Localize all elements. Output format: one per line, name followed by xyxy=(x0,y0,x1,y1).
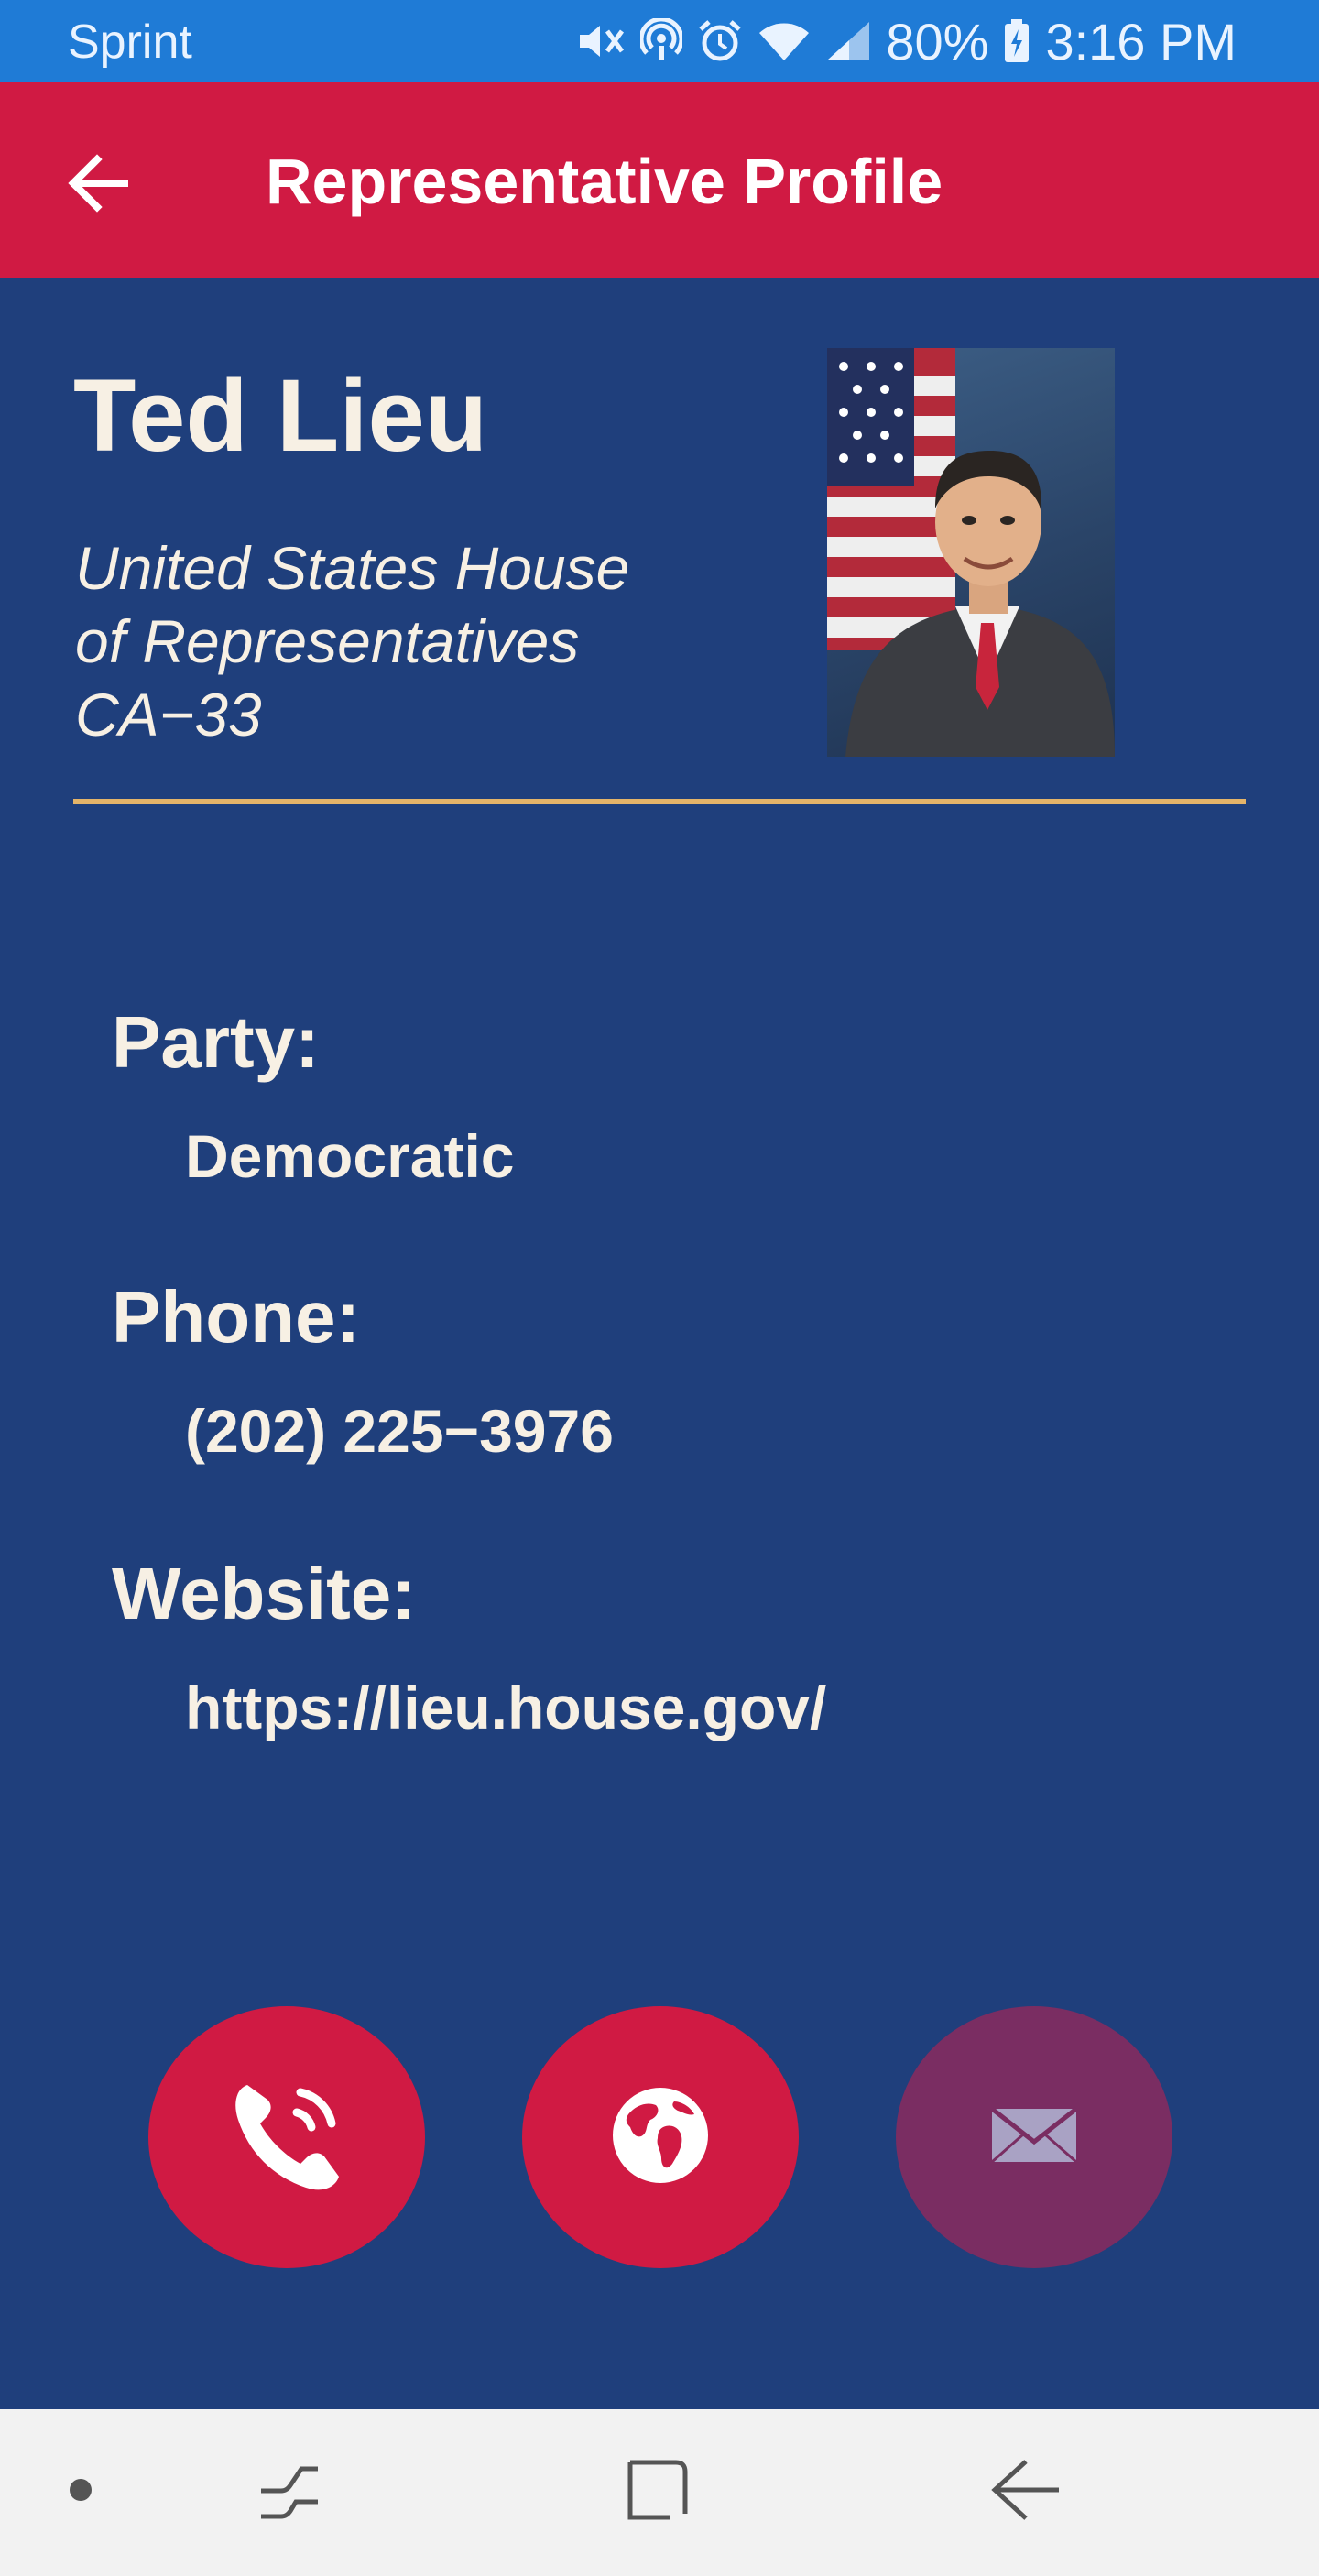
call-button[interactable] xyxy=(148,2006,425,2268)
office-line-2: of Representatives xyxy=(75,607,580,675)
dot-icon xyxy=(67,2476,94,2508)
globe-icon xyxy=(610,2085,711,2190)
battery-charging-icon xyxy=(1003,18,1030,64)
representative-photo xyxy=(827,348,1115,757)
office-line-1: United States House xyxy=(75,534,630,602)
home-icon xyxy=(625,2457,691,2527)
representative-name: Ted Lieu xyxy=(73,358,488,473)
battery-level: 80% xyxy=(886,12,989,71)
phone-value[interactable]: (202) 225−3976 xyxy=(185,1394,614,1468)
phone-label: Phone: xyxy=(112,1276,361,1358)
website-button[interactable] xyxy=(522,2006,799,2268)
page-title: Representative Profile xyxy=(266,146,943,217)
home-button[interactable] xyxy=(612,2446,703,2538)
recent-apps-icon xyxy=(257,2458,322,2527)
recent-apps-button[interactable] xyxy=(244,2446,335,2538)
app-bar: Representative Profile xyxy=(0,82,1319,278)
back-button[interactable] xyxy=(51,139,143,231)
arrow-left-icon xyxy=(64,153,130,217)
website-link[interactable]: https://lieu.house.gov/ xyxy=(185,1671,826,1744)
status-icons: 80% 3:16 PM xyxy=(576,11,1237,71)
mute-icon xyxy=(576,18,626,64)
back-nav-button[interactable] xyxy=(980,2446,1072,2538)
website-label: Website: xyxy=(112,1553,416,1634)
hotspot-icon xyxy=(640,18,683,64)
mail-icon xyxy=(990,2106,1078,2168)
email-button[interactable] xyxy=(896,2006,1172,2268)
wifi-icon xyxy=(758,20,811,62)
signal-icon xyxy=(825,20,871,62)
dot-button[interactable] xyxy=(35,2446,126,2538)
party-label: Party: xyxy=(112,1001,320,1083)
representative-office: United States House of Representatives C… xyxy=(75,531,735,751)
header-divider xyxy=(73,799,1246,804)
status-bar: Sprint 80% 3:16 PM xyxy=(0,0,1319,82)
alarm-icon xyxy=(697,18,743,64)
office-line-3: CA−33 xyxy=(75,681,262,748)
party-value: Democratic xyxy=(185,1122,515,1190)
system-nav-bar xyxy=(0,2409,1319,2576)
clock-time: 3:16 PM xyxy=(1045,12,1237,71)
back-nav-icon xyxy=(989,2458,1063,2527)
phone-icon xyxy=(227,2076,346,2199)
carrier-name: Sprint xyxy=(68,16,192,69)
